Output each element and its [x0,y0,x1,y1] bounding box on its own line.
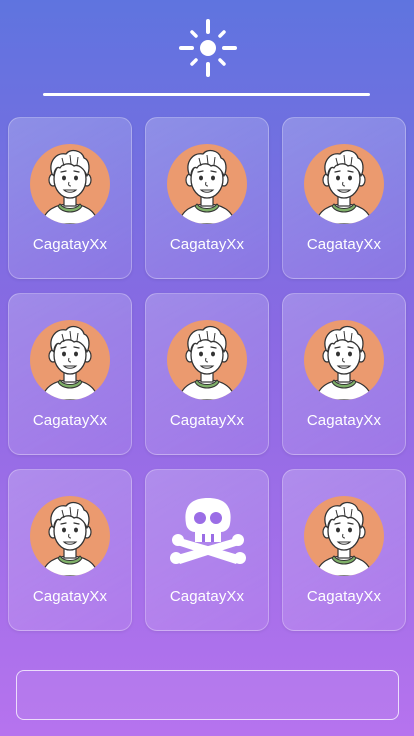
player-name: CagatayXx [306,236,382,253]
boy-avatar-icon [30,496,110,576]
player-card[interactable]: CagatayXx [8,469,132,631]
player-name: CagatayXx [32,588,108,605]
header-divider [43,93,370,96]
player-card[interactable]: CagatayXx [8,293,132,455]
boy-avatar-icon [167,320,247,400]
boy-avatar-icon [30,320,110,400]
player-card[interactable]: CagatayXx [282,469,406,631]
chat-input[interactable] [16,670,399,720]
player-card[interactable]: CagatayXx [145,469,269,631]
sun-icon [179,19,237,77]
boy-avatar-icon [30,144,110,224]
skull-crossbones-icon [168,498,248,578]
player-name: CagatayXx [306,412,382,429]
player-card[interactable]: CagatayXx [145,117,269,279]
player-card[interactable]: CagatayXx [282,293,406,455]
player-name: CagatayXx [169,588,245,605]
boy-avatar-icon [304,320,384,400]
boy-avatar-icon [167,144,247,224]
player-name: CagatayXx [169,236,245,253]
boy-avatar-icon [304,496,384,576]
player-name: CagatayXx [169,412,245,429]
boy-avatar-icon [304,144,384,224]
player-card[interactable]: CagatayXx [145,293,269,455]
player-name: CagatayXx [306,588,382,605]
player-card[interactable]: CagatayXx [8,117,132,279]
player-name: CagatayXx [32,236,108,253]
player-card[interactable]: CagatayXx [282,117,406,279]
player-name: CagatayXx [32,412,108,429]
